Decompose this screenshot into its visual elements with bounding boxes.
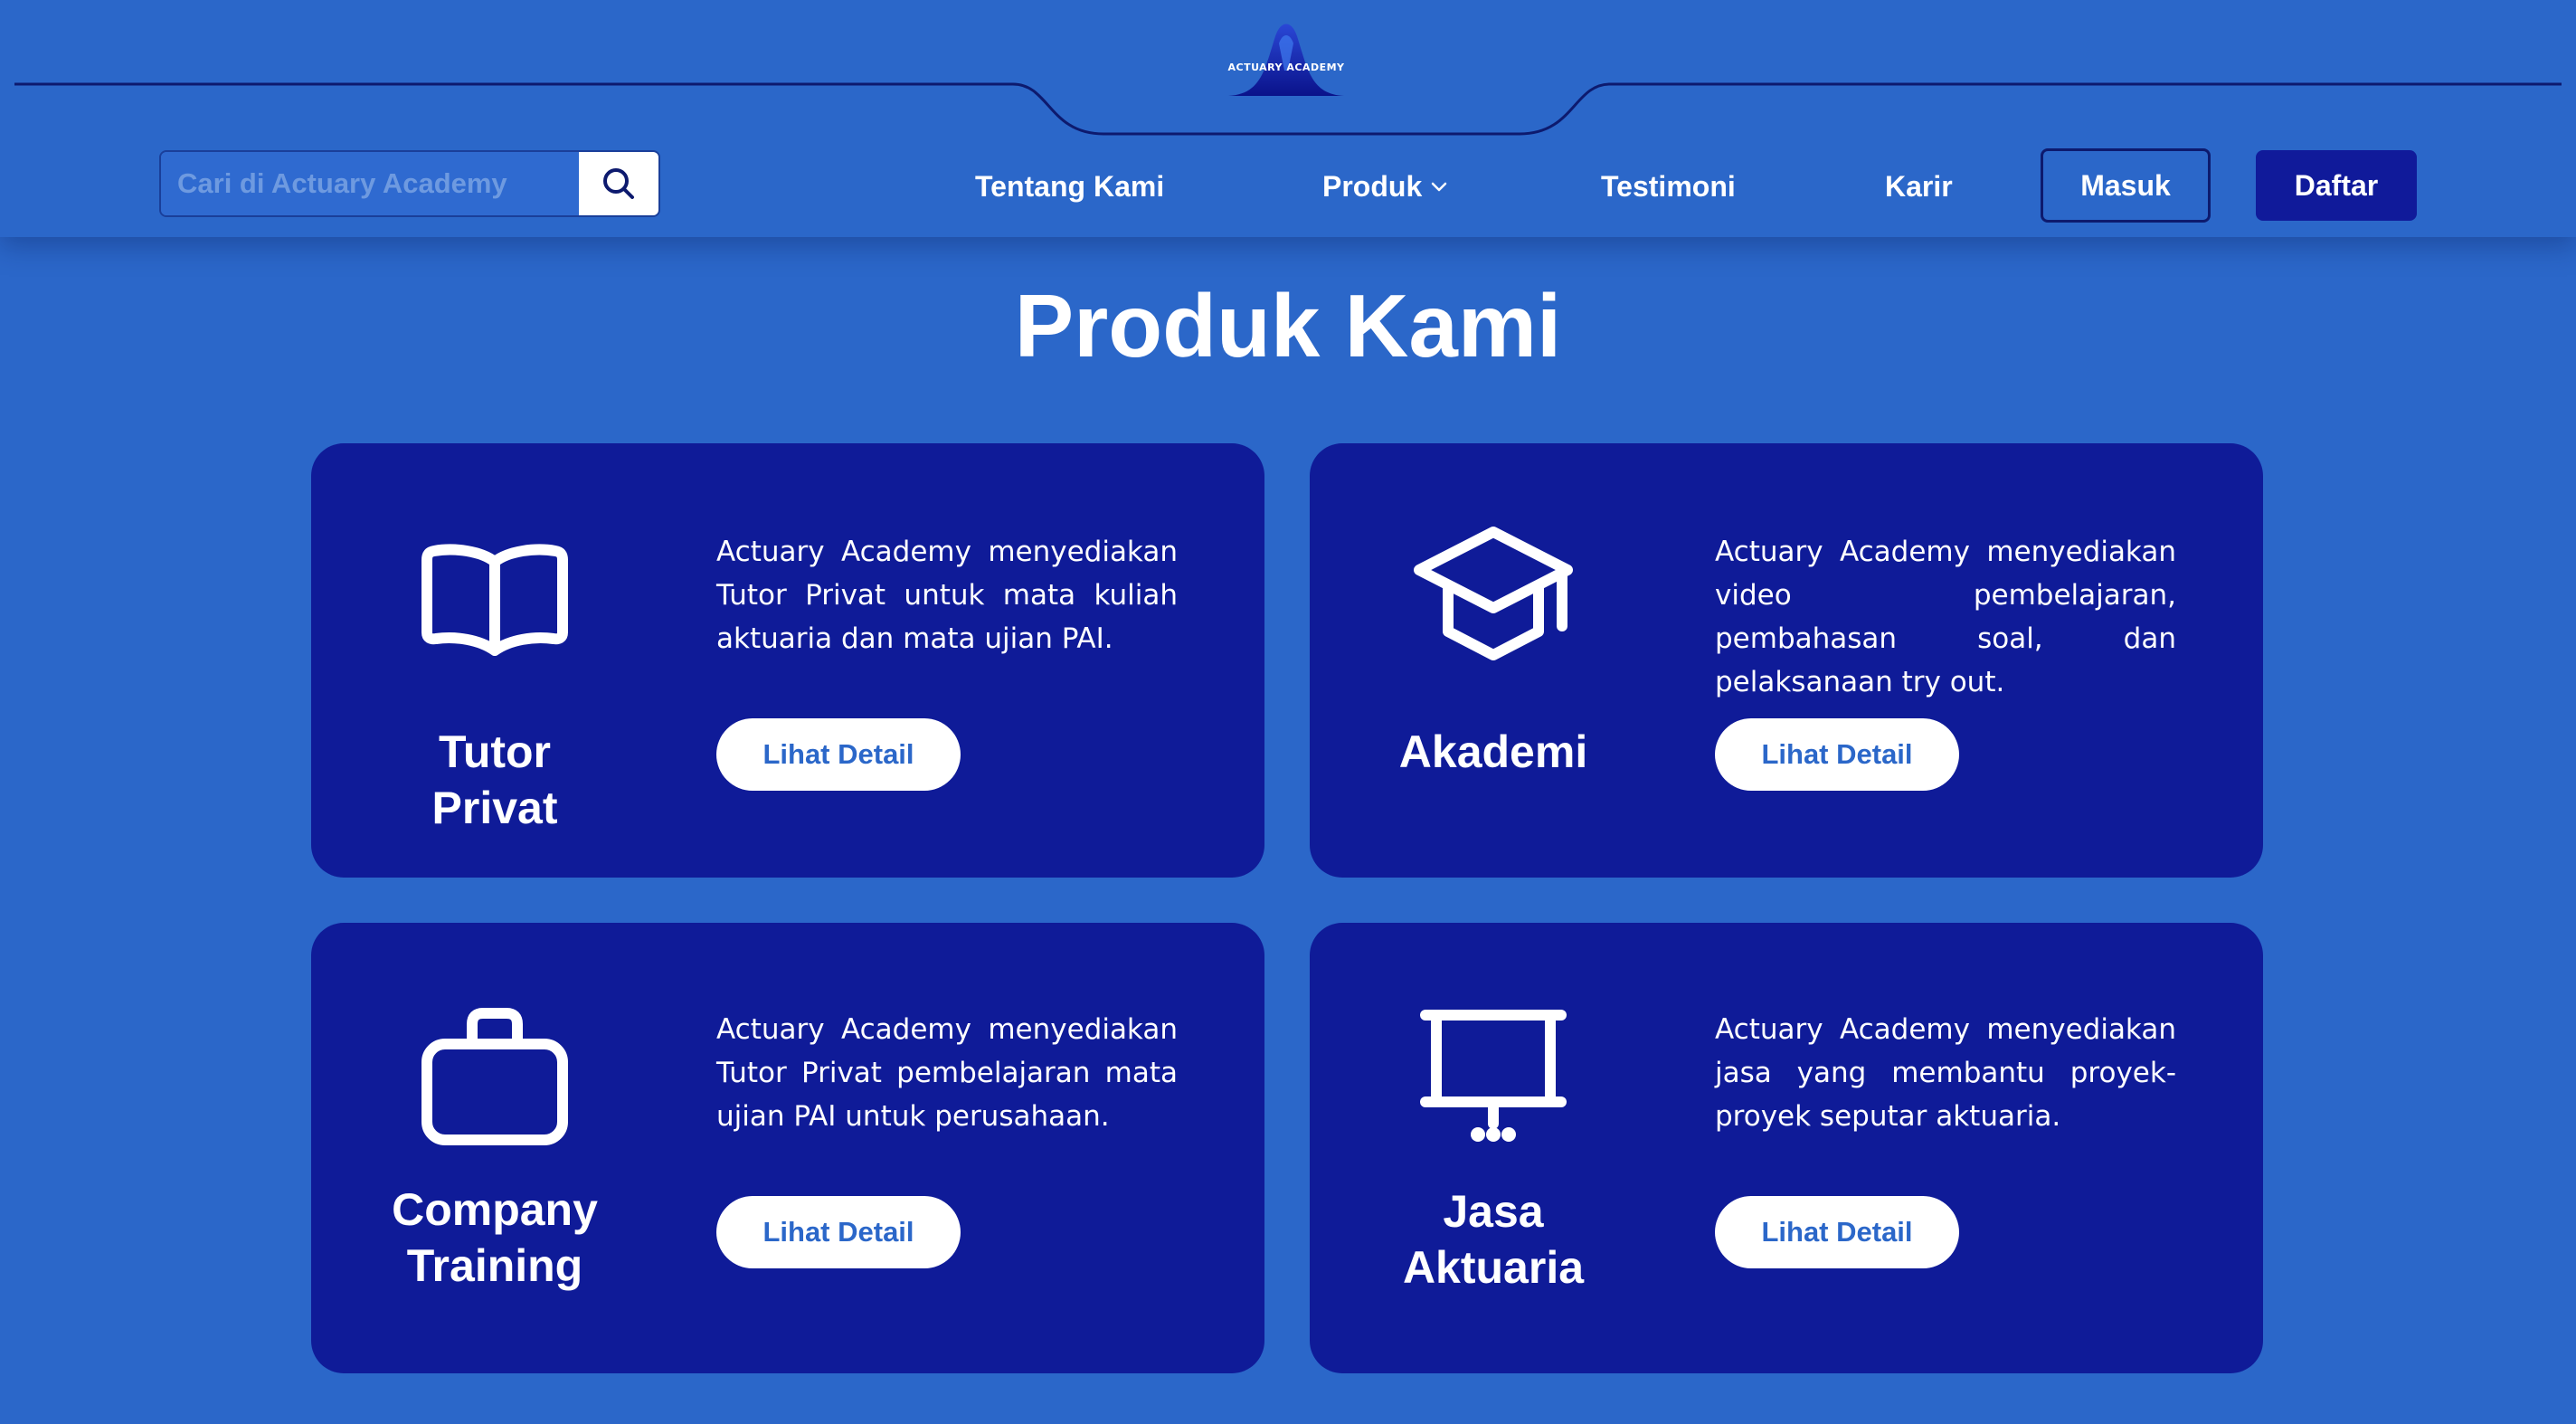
nav-item-produk[interactable]: Produk (1322, 150, 1449, 223)
logo-text: ACTUARY ACADEMY (1227, 62, 1345, 73)
register-button[interactable]: Daftar (2256, 150, 2417, 221)
logo-icon[interactable] (1225, 16, 1348, 101)
nav-item-karir[interactable]: Karir (1885, 150, 1953, 223)
product-card-jasa-aktuaria: Jasa Aktuaria Actuary Academy menyediaka… (1310, 923, 2263, 1373)
card-title: Tutor Privat (431, 726, 558, 833)
product-card-akademi: Akademi Actuary Academy menyediakan vide… (1310, 443, 2263, 878)
nav-item-tentang-kami[interactable]: Tentang Kami (975, 150, 1164, 223)
nav-item-testimoni[interactable]: Testimoni (1601, 150, 1736, 223)
product-card-company-training: Company Training Actuary Academy menyedi… (311, 923, 1264, 1373)
presentation-board-icon (1407, 1006, 1579, 1151)
product-card-tutor-privat: Tutor Privat Actuary Academy menyediakan… (311, 443, 1264, 878)
card-title: Akademi (1398, 726, 1588, 777)
nav-item-produk-label: Produk (1322, 169, 1423, 203)
briefcase-icon (409, 1006, 581, 1151)
lihat-detail-button[interactable]: Lihat Detail (716, 1196, 961, 1268)
card-description: Actuary Academy menyediakan video pembel… (1715, 536, 2176, 698)
card-description: Actuary Academy menyediakan Tutor Privat… (716, 536, 1178, 655)
lihat-detail-button[interactable]: Lihat Detail (716, 718, 961, 791)
lihat-detail-button[interactable]: Lihat Detail (1715, 1196, 1959, 1268)
card-title: Jasa Aktuaria (1402, 1186, 1585, 1293)
lihat-detail-button[interactable]: Lihat Detail (1715, 718, 1959, 791)
site-header: ACTUARY ACADEMY Tentang Kami Produk Test… (0, 0, 2576, 237)
page-title: Produk Kami (1014, 276, 1562, 375)
card-description: Actuary Academy menyediakan Tutor Privat… (716, 1013, 1178, 1133)
graduation-cap-icon (1407, 523, 1579, 668)
book-open-icon (409, 525, 581, 669)
card-description: Actuary Academy menyediakan jasa yang me… (1715, 1013, 2176, 1133)
card-title: Company Training (392, 1184, 598, 1291)
chevron-down-icon (1431, 182, 1447, 192)
login-button[interactable]: Masuk (2041, 148, 2211, 223)
